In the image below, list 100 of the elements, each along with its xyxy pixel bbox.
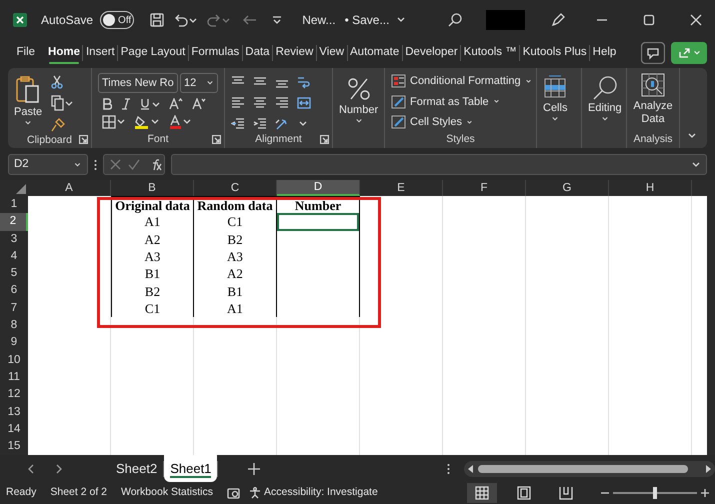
ribbon-button[interactable]: Cell Styles: [391, 114, 473, 130]
table-cell: A1: [111, 213, 194, 232]
table-cell: A2: [194, 265, 277, 284]
share-button[interactable]: [671, 42, 707, 64]
wrap-text-icon[interactable]: [297, 75, 311, 89]
previous-sheet-icon[interactable]: [26, 462, 36, 474]
grow-font-icon[interactable]: [169, 98, 183, 110]
camera-icon[interactable]: [227, 487, 242, 499]
ribbon-tab[interactable]: Review: [273, 41, 316, 65]
zoom-in-icon[interactable]: [701, 489, 709, 497]
bold-icon[interactable]: [102, 98, 112, 110]
table-cell: B2: [194, 230, 277, 249]
ribbon-tab[interactable]: Developer: [402, 41, 460, 65]
search-icon[interactable]: [447, 12, 464, 28]
status-text: Ready: [6, 485, 36, 500]
status-text[interactable]: Accessibility: Investigate: [264, 485, 378, 501]
selected-cell[interactable]: [277, 213, 360, 232]
font-name-field[interactable]: Times New Ro: [98, 73, 178, 93]
group-label: Font: [147, 132, 168, 148]
orientation-icon[interactable]: [275, 117, 289, 131]
table-cell: A2: [111, 230, 194, 249]
add-sheet-icon[interactable]: [248, 462, 260, 474]
group-label: Styles: [446, 132, 475, 148]
cell-style-icon: [391, 115, 406, 130]
ribbon-tab[interactable]: Kutools Plus: [520, 41, 590, 65]
accessibility-icon[interactable]: [249, 487, 262, 499]
collapse-ribbon-icon[interactable]: [687, 132, 697, 140]
table-style-icon: [391, 94, 406, 109]
dialog-launcher-icon[interactable]: [212, 135, 221, 144]
status-text[interactable]: Workbook Statistics: [121, 485, 214, 501]
clipboard-icon: [15, 75, 42, 105]
close-icon[interactable]: [689, 13, 703, 27]
cancel-icon[interactable]: [110, 159, 121, 170]
align-left-icon[interactable]: [231, 96, 245, 110]
autosave-toggle[interactable]: Off: [100, 11, 134, 29]
increase-indent-icon[interactable]: [253, 117, 267, 131]
formula-input[interactable]: [171, 154, 707, 175]
expand-icon[interactable]: [691, 160, 701, 168]
shrink-font-icon[interactable]: [192, 98, 206, 110]
font-size-field[interactable]: 12: [180, 73, 218, 93]
more-options-icon[interactable]: [447, 462, 450, 474]
ribbon-tab[interactable]: Insert: [83, 41, 118, 65]
decrease-indent-icon[interactable]: [231, 117, 245, 131]
dialog-launcher-icon[interactable]: [320, 135, 329, 144]
ribbon-button[interactable]: Cells: [543, 75, 568, 122]
row-header[interactable]: 2: [0, 213, 28, 232]
ribbon-tab[interactable]: View: [316, 41, 347, 65]
ribbon-button[interactable]: Analyze Data: [633, 73, 673, 126]
font-color-icon[interactable]: [168, 115, 192, 129]
analyze-data-icon: [639, 73, 667, 99]
italic-icon[interactable]: [121, 98, 131, 110]
ribbon-button[interactable]: Conditional Formatting: [391, 73, 532, 90]
column-header[interactable]: D: [277, 180, 360, 196]
save-icon[interactable]: [149, 12, 166, 28]
ribbon-button[interactable]: Format as Table: [391, 94, 500, 110]
ribbon-tab[interactable]: Help: [590, 41, 619, 65]
ribbon-tab[interactable]: Formulas: [188, 41, 242, 65]
pen-icon[interactable]: [550, 12, 566, 28]
ribbon-button[interactable]: Number: [339, 75, 378, 124]
underline-icon[interactable]: [140, 98, 160, 110]
ribbon-tab[interactable]: Automate: [348, 41, 402, 65]
horizontal-scrollbar[interactable]: [464, 460, 715, 476]
save-status: • Save...: [344, 12, 390, 29]
fill-color-icon[interactable]: [134, 115, 160, 129]
excel-logo-icon: [12, 12, 28, 28]
table-cell: B2: [111, 282, 194, 301]
maximize-icon[interactable]: [642, 13, 656, 27]
comment-icon[interactable]: [641, 42, 665, 64]
ribbon-tab[interactable]: Page Layout: [118, 41, 188, 65]
ribbon-button[interactable]: Editing: [588, 75, 622, 122]
sheet-tab[interactable]: Sheet2: [110, 455, 164, 482]
merge-icon[interactable]: [297, 96, 311, 110]
enter-icon[interactable]: [128, 159, 140, 170]
scroll-right-icon[interactable]: [705, 464, 711, 472]
view-icon: [517, 486, 531, 500]
table-cell: B1: [194, 282, 277, 301]
borders-icon[interactable]: [102, 115, 126, 129]
share-icon: [678, 47, 690, 59]
dialog-launcher-icon[interactable]: [79, 135, 88, 144]
sheet-tab[interactable]: Sheet1: [164, 455, 218, 482]
next-sheet-icon[interactable]: [54, 462, 64, 474]
align-right-icon[interactable]: [275, 96, 289, 110]
group-label: Alignment: [255, 132, 302, 148]
search-icon: [592, 75, 618, 101]
name-box[interactable]: D2: [8, 154, 88, 175]
center-icon[interactable]: [253, 96, 267, 110]
copy-icon[interactable]: [50, 95, 74, 111]
ribbon-tab[interactable]: Data: [242, 41, 272, 65]
ribbon-tab[interactable]: File: [14, 41, 38, 65]
slider-thumb[interactable]: [653, 487, 657, 499]
redo-icon[interactable]: [205, 12, 232, 28]
drag-handle-icon[interactable]: [94, 158, 97, 170]
ribbon-tab[interactable]: Home: [46, 41, 82, 65]
table-cell: B1: [111, 265, 194, 284]
scroll-left-icon[interactable]: [468, 464, 474, 472]
document-name[interactable]: New...: [302, 11, 336, 29]
normal-view-button[interactable]: [467, 483, 497, 503]
ribbon-button[interactable]: Paste: [14, 75, 42, 126]
ribbon-tab[interactable]: Kutools ™: [461, 41, 520, 65]
spreadsheet-cell[interactable]: [277, 230, 360, 249]
